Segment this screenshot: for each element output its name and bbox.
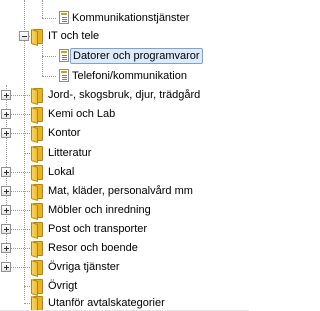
category-tree: Kommunikationstjänster IT och tele Dator… bbox=[0, 0, 249, 311]
tree-node-label[interactable]: Kontor bbox=[46, 125, 82, 141]
tree-node-label[interactable]: Litteratur bbox=[46, 145, 93, 161]
tree-node-telefoni-kommunikation[interactable]: Telefoni/kommunikation bbox=[0, 66, 249, 86]
expand-toggle[interactable] bbox=[1, 224, 11, 234]
folder-icon bbox=[30, 87, 44, 106]
folder-icon bbox=[30, 295, 44, 311]
tree-node-label[interactable]: Kemi och Lab bbox=[46, 106, 117, 122]
tree-node-kommunikationstjanster[interactable]: Kommunikationstjänster bbox=[0, 0, 249, 28]
folder-icon bbox=[30, 259, 44, 278]
tree-node-label[interactable]: Lokal bbox=[46, 164, 76, 180]
expand-toggle[interactable] bbox=[1, 167, 11, 177]
tree-node-label[interactable]: Övrigt bbox=[46, 278, 79, 294]
folder-icon bbox=[30, 164, 44, 183]
folder-icon bbox=[30, 221, 44, 240]
folder-icon bbox=[30, 240, 44, 259]
tree-node-litteratur[interactable]: Litteratur bbox=[0, 143, 249, 164]
folder-icon bbox=[30, 278, 44, 297]
collapse-toggle[interactable] bbox=[19, 31, 29, 41]
tree-node-it-och-tele[interactable]: IT och tele bbox=[0, 0, 249, 300]
folder-icon bbox=[30, 202, 44, 221]
tree-node-resor-och-boende[interactable]: Resor och boende bbox=[0, 238, 249, 259]
tree-node-label[interactable]: Resor och boende bbox=[46, 240, 140, 256]
tree-node-label[interactable]: Post och transporter bbox=[46, 221, 149, 237]
expand-toggle[interactable] bbox=[1, 243, 11, 253]
document-icon bbox=[59, 69, 69, 82]
expand-toggle[interactable] bbox=[1, 205, 11, 215]
tree-node-mobler-och-inredning[interactable]: Möbler och inredning bbox=[0, 200, 249, 221]
tree-node-label[interactable]: Utanför avtalskategorier bbox=[46, 295, 167, 311]
folder-icon bbox=[30, 106, 44, 125]
tree-node-utanfor-avtalskategorier[interactable]: Utanför avtalskategorier bbox=[0, 293, 249, 311]
folder-icon bbox=[30, 145, 44, 164]
tree-node-label[interactable]: Kommunikationstjänster bbox=[70, 10, 191, 26]
tree-connector bbox=[42, 0, 43, 18]
tree-node-label[interactable]: IT och tele bbox=[46, 28, 101, 44]
tree-connector bbox=[42, 18, 56, 19]
tree-node-label[interactable]: Telefoni/kommunikation bbox=[70, 68, 189, 84]
tree-connector bbox=[42, 56, 56, 57]
expand-toggle[interactable] bbox=[1, 90, 11, 100]
tree-node-kontor[interactable]: Kontor bbox=[0, 123, 249, 144]
expand-toggle[interactable] bbox=[1, 262, 11, 272]
tree-node-label[interactable]: Jord-, skogsbruk, djur, trädgård bbox=[46, 87, 202, 103]
folder-icon bbox=[30, 125, 44, 144]
tree-node-label[interactable]: Övriga tjänster bbox=[46, 259, 122, 275]
folder-open-icon bbox=[30, 28, 44, 47]
tree-node-label[interactable]: Möbler och inredning bbox=[46, 202, 153, 218]
folder-icon bbox=[30, 183, 44, 202]
document-icon bbox=[59, 49, 69, 62]
tree-node-jord-skogsbruk[interactable]: Jord-, skogsbruk, djur, trädgård bbox=[0, 85, 249, 265]
expand-toggle[interactable] bbox=[1, 109, 11, 119]
tree-node-label[interactable]: Mat, kläder, personalvård mm bbox=[46, 183, 195, 199]
document-icon bbox=[59, 11, 69, 24]
expand-toggle[interactable] bbox=[1, 128, 11, 138]
tree-node-post-och-transporter[interactable]: Post och transporter bbox=[0, 219, 249, 240]
tree-connector bbox=[42, 76, 56, 77]
expand-toggle[interactable] bbox=[1, 186, 11, 196]
tree-node-lokal[interactable]: Lokal bbox=[0, 162, 249, 183]
tree-node-ovriga-tjanster[interactable]: Övriga tjänster bbox=[0, 257, 249, 278]
tree-node-label[interactable]: Datorer och programvaror bbox=[70, 48, 203, 64]
tree-node-datorer-och-programvaror[interactable]: Datorer och programvaror bbox=[0, 42, 249, 76]
tree-node-mat-klader[interactable]: Mat, kläder, personalvård mm bbox=[0, 181, 249, 202]
tree-node-kemi-och-lab[interactable]: Kemi och Lab bbox=[0, 104, 249, 125]
